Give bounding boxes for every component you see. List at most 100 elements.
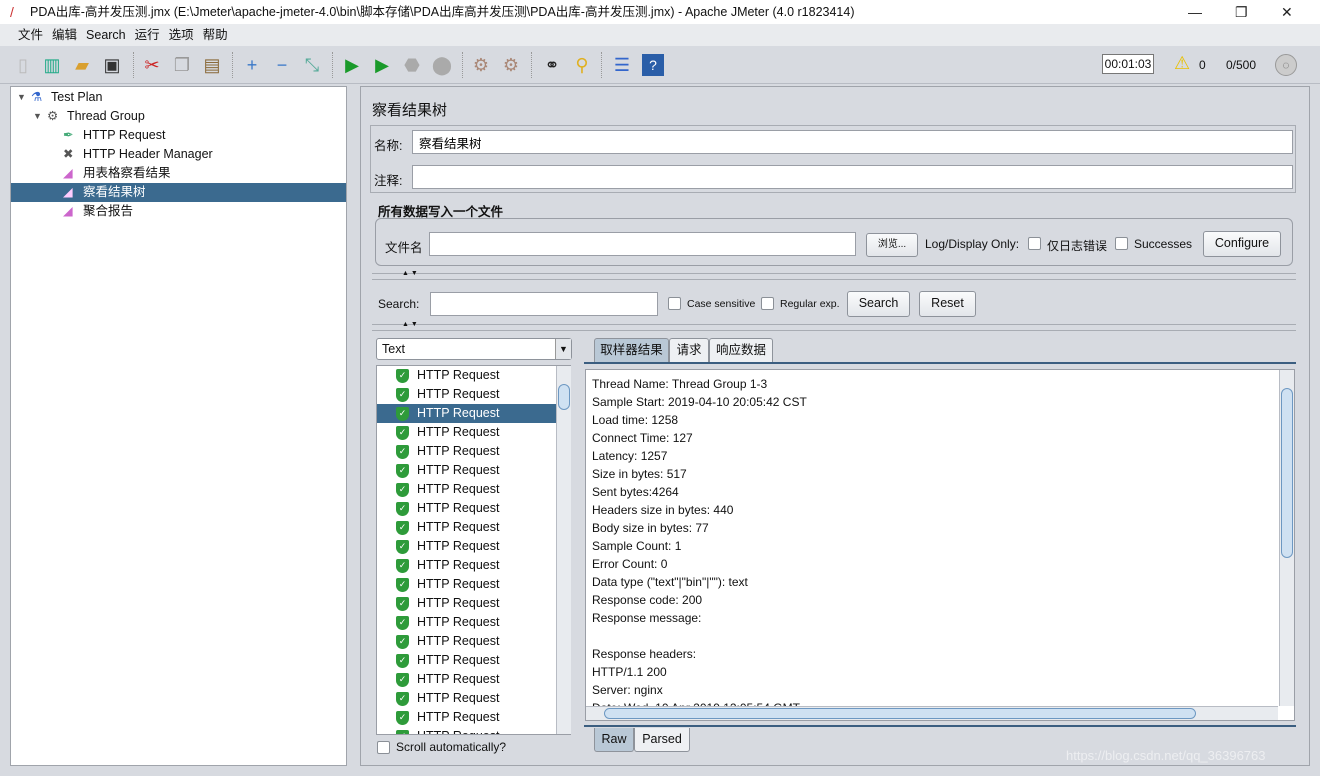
sample-list-item[interactable]: ✓ HTTP Request: [377, 499, 557, 518]
tree-node-label: 用表格察看结果: [83, 166, 171, 180]
sample-list-item[interactable]: ✓ HTTP Request: [377, 404, 557, 423]
sample-list-item[interactable]: ✓ HTTP Request: [377, 689, 557, 708]
reset-search-broom-icon[interactable]: ⚲: [571, 54, 593, 76]
sample-list-item[interactable]: ✓ HTTP Request: [377, 556, 557, 575]
tab-raw[interactable]: Raw: [594, 728, 634, 752]
paste-icon[interactable]: ▤: [201, 54, 223, 76]
sample-list-item[interactable]: ✓ HTTP Request: [377, 385, 557, 404]
menu-edit[interactable]: 编辑: [52, 28, 77, 42]
split-handle[interactable]: ▲ ▼: [372, 321, 1296, 331]
tree-node[interactable]: ◢ 察看结果树: [11, 183, 346, 202]
save-icon[interactable]: ▣: [101, 54, 123, 76]
success-shield-icon: ✓: [396, 388, 409, 402]
name-input[interactable]: [412, 130, 1293, 154]
split-handle[interactable]: ▲ ▼: [372, 270, 1296, 280]
elapsed-time: 00:01:03: [1102, 54, 1154, 74]
tab-sampler-result[interactable]: 取样器结果: [594, 338, 669, 362]
success-shield-icon: ✓: [396, 521, 409, 535]
clear-all-icon[interactable]: ⚙: [500, 54, 522, 76]
tree-node[interactable]: ◢ 聚合报告: [11, 202, 346, 221]
shutdown-icon[interactable]: ⬤: [431, 54, 453, 76]
tree-node[interactable]: ✖ HTTP Header Manager: [11, 145, 346, 164]
new-icon[interactable]: ▯: [12, 54, 34, 76]
tree-node[interactable]: ▼ ⚗ Test Plan: [11, 88, 346, 107]
start-icon[interactable]: ▶: [341, 54, 363, 76]
open-icon[interactable]: ▰: [71, 54, 93, 76]
collapse-icon[interactable]: −: [271, 54, 293, 76]
sample-list-item[interactable]: ✓ HTTP Request: [377, 670, 557, 689]
minimize-button[interactable]: —: [1188, 0, 1202, 24]
tree-node-label: HTTP Header Manager: [83, 147, 213, 161]
menu-help[interactable]: 帮助: [203, 28, 228, 42]
warning-icon[interactable]: ⚠: [1174, 53, 1190, 74]
active-threads: 0/500: [1226, 58, 1257, 72]
sample-label: HTTP Request: [417, 653, 500, 667]
configure-button[interactable]: Configure: [1203, 231, 1281, 257]
errors-only-checkbox[interactable]: [1028, 237, 1041, 250]
start-no-pause-icon[interactable]: ▶: [371, 54, 393, 76]
sample-label: HTTP Request: [417, 577, 500, 591]
sampler-result-text[interactable]: Thread Name: Thread Group 1-3 Sample Star…: [585, 369, 1295, 721]
tree-node[interactable]: ▼ ⚙ Thread Group: [11, 107, 346, 126]
test-plan-tree: ▼ ⚗ Test Plan ▼ ⚙ Thread Group ✒ HTTP Request ✖ H…: [10, 86, 347, 766]
sample-list-item[interactable]: ✓ HTTP Request: [377, 423, 557, 442]
sample-list-item[interactable]: ✓ HTTP Request: [377, 366, 557, 385]
tree-node[interactable]: ✒ HTTP Request: [11, 126, 346, 145]
search-button[interactable]: Search: [847, 291, 910, 317]
sample-list-item[interactable]: ✓ HTTP Request: [377, 632, 557, 651]
sample-list-item[interactable]: ✓ HTTP Request: [377, 461, 557, 480]
toggle-icon[interactable]: ⤡: [301, 54, 323, 76]
successes-checkbox[interactable]: [1115, 237, 1128, 250]
templates-icon[interactable]: ▥: [41, 54, 63, 76]
function-helper-icon[interactable]: ☰: [611, 54, 633, 76]
comment-input[interactable]: [412, 165, 1293, 189]
sample-list-item[interactable]: ✓ HTTP Request: [377, 480, 557, 499]
list-scrollbar[interactable]: [556, 366, 571, 734]
sample-label: HTTP Request: [417, 406, 500, 420]
sample-list-item[interactable]: ✓ HTTP Request: [377, 575, 557, 594]
regex-label: Regular exp.: [780, 298, 840, 310]
expand-toggle-icon[interactable]: ▼: [17, 88, 26, 107]
sample-list-item[interactable]: ✓ HTTP Request: [377, 518, 557, 537]
detail-vertical-scrollbar[interactable]: [1279, 370, 1294, 706]
filename-input[interactable]: [429, 232, 856, 256]
menu-search[interactable]: Search: [86, 28, 126, 42]
sample-label: HTTP Request: [417, 729, 499, 734]
close-button[interactable]: ✕: [1281, 0, 1293, 24]
result-line: Response code: 200: [592, 593, 703, 607]
tab-request[interactable]: 请求: [669, 338, 709, 362]
sample-list-item[interactable]: ✓ HTTP Request: [377, 594, 557, 613]
browse-button[interactable]: 浏览...: [866, 233, 918, 257]
cut-icon[interactable]: ✂: [141, 54, 163, 76]
regex-checkbox[interactable]: [761, 297, 774, 310]
menu-options[interactable]: 选项: [169, 28, 194, 42]
menu-file[interactable]: 文件: [18, 28, 43, 42]
scroll-auto-checkbox[interactable]: [377, 741, 390, 754]
menu-run[interactable]: 运行: [135, 28, 160, 42]
maximize-button[interactable]: ❐: [1235, 0, 1248, 24]
sample-list-item[interactable]: ✓ HTTP Request: [377, 651, 557, 670]
tab-parsed[interactable]: Parsed: [634, 728, 690, 752]
search-binoculars-icon[interactable]: ⚭: [541, 54, 563, 76]
tree-node[interactable]: ◢ 用表格察看结果: [11, 164, 346, 183]
search-input[interactable]: [430, 292, 658, 316]
gear-icon: ⚙: [47, 109, 59, 123]
sample-list-item[interactable]: ✓ HTTP Request: [377, 727, 557, 734]
renderer-select[interactable]: Text ▼: [376, 338, 572, 360]
expand-icon[interactable]: +: [241, 54, 263, 76]
copy-icon[interactable]: ❐: [171, 54, 193, 76]
case-sensitive-checkbox[interactable]: [668, 297, 681, 310]
sample-list-item[interactable]: ✓ HTTP Request: [377, 613, 557, 632]
help-icon[interactable]: ?: [642, 54, 664, 76]
reset-button[interactable]: Reset: [919, 291, 976, 317]
chevron-down-icon[interactable]: ▼: [555, 339, 571, 359]
tab-response-data[interactable]: 响应数据: [709, 338, 773, 362]
detail-horizontal-scrollbar[interactable]: [586, 706, 1278, 720]
sample-list-item[interactable]: ✓ HTTP Request: [377, 537, 557, 556]
sample-list-item[interactable]: ✓ HTTP Request: [377, 442, 557, 461]
stop-icon[interactable]: ⬣: [401, 54, 423, 76]
clear-icon[interactable]: ⚙: [470, 54, 492, 76]
sample-label: HTTP Request: [417, 672, 500, 686]
sample-list-item[interactable]: ✓ HTTP Request: [377, 708, 557, 727]
expand-toggle-icon[interactable]: ▼: [33, 107, 42, 126]
